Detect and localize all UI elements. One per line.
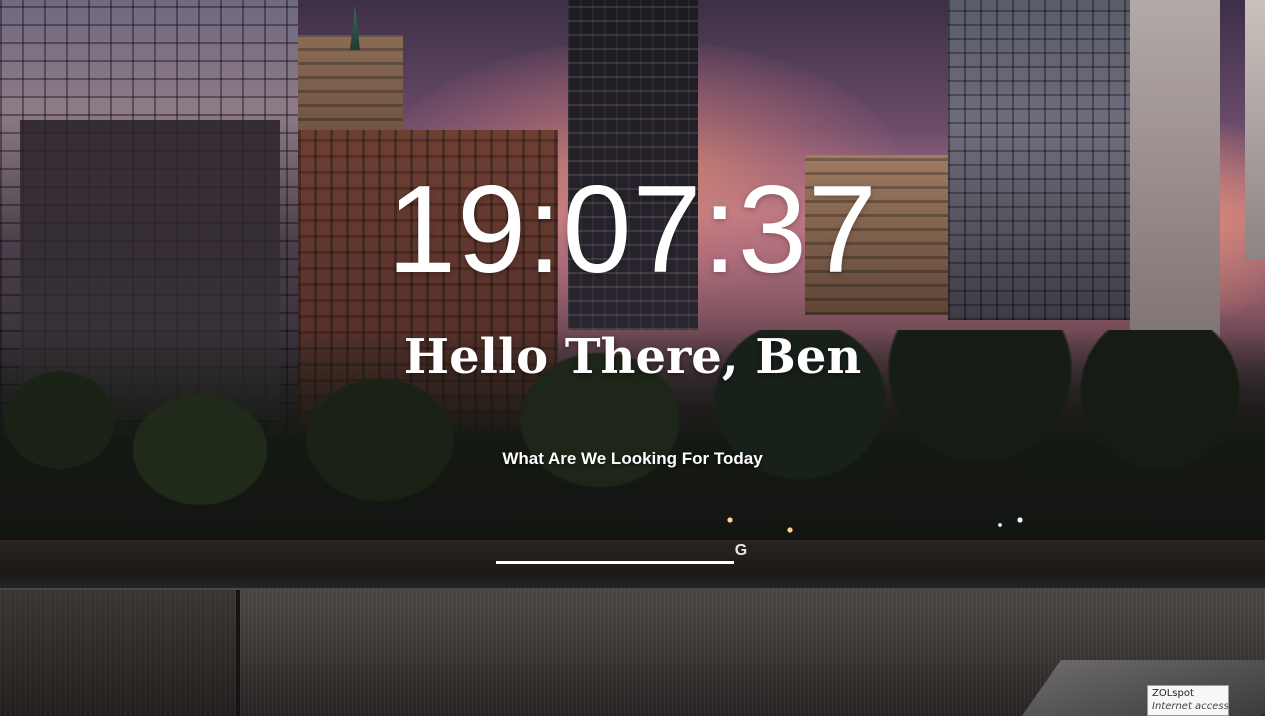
street-lights	[700, 500, 1060, 560]
network-status: Internet access	[1152, 701, 1229, 712]
search-input[interactable]	[496, 540, 734, 564]
search-icon[interactable]: G	[734, 542, 748, 560]
search-prompt: What Are We Looking For Today	[502, 449, 763, 468]
network-tooltip: ZOLspot Internet access	[1147, 685, 1229, 716]
building-spire	[350, 5, 360, 50]
pool-left-section	[0, 590, 240, 716]
network-name: ZOLspot	[1152, 688, 1194, 699]
new-tab-page: 19:07:37 Hello There, Ben What Are We Lo…	[0, 0, 1265, 716]
clock: 19:07:37	[387, 161, 878, 299]
greeting: Hello There, Ben	[403, 329, 862, 385]
